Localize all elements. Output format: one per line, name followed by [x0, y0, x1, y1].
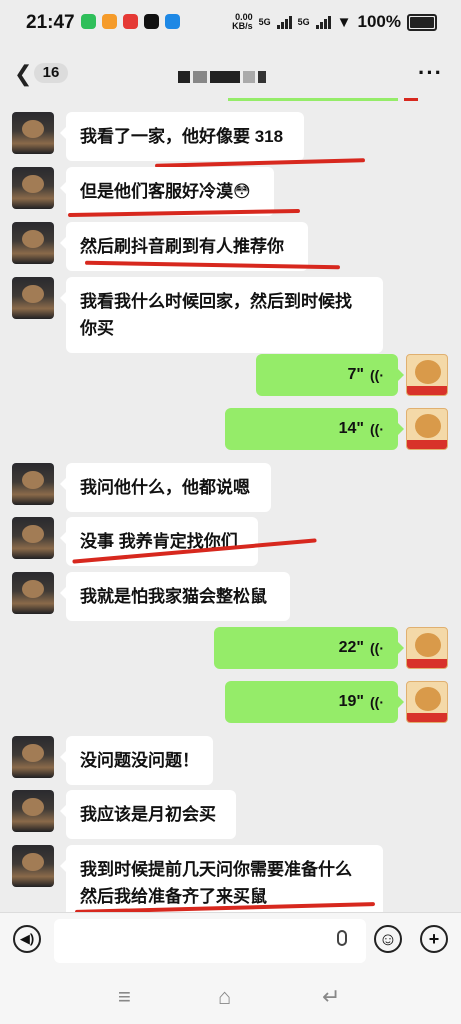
- voice-wave-icon: ((·: [370, 421, 384, 437]
- voice-message[interactable]: 22" ((·: [214, 627, 404, 669]
- back-arrow-icon[interactable]: ❮: [14, 61, 32, 87]
- signal-icon: [276, 15, 292, 29]
- previous-avatar-edge: [404, 98, 418, 101]
- voice-wave-icon: ((·: [370, 367, 384, 383]
- plus-icon[interactable]: +: [420, 925, 448, 953]
- message-list[interactable]: 我看了一家，他好像要 318 但是他们客服好冷漠😳 然后刷抖音刷到有人推荐你 我…: [0, 98, 461, 912]
- message-bubble[interactable]: 我看了一家，他好像要 318: [60, 112, 304, 161]
- network-speed: 0.00 KB/s: [232, 12, 253, 31]
- battery-level: 100%: [357, 12, 401, 31]
- avatar[interactable]: [406, 627, 448, 669]
- avatar[interactable]: [12, 517, 54, 559]
- message-bubble[interactable]: 没问题没问题！: [60, 736, 213, 785]
- avatar[interactable]: [12, 845, 54, 887]
- avatar[interactable]: [12, 112, 54, 154]
- unread-count-badge[interactable]: 16: [34, 63, 68, 83]
- avatar[interactable]: [12, 790, 54, 832]
- message-bubble[interactable]: 我就是怕我家猫会整松鼠: [60, 572, 290, 621]
- message-bubble[interactable]: 我到时候提前几天问你需要准备什么 然后我给准备齐了来买鼠: [60, 845, 383, 912]
- avatar[interactable]: [12, 572, 54, 614]
- app-notification-icon: [123, 14, 138, 29]
- network-type-label: 5G: [297, 17, 310, 27]
- input-bar: ◀) ☺ +: [0, 912, 461, 967]
- app-notification-icon: [165, 14, 180, 29]
- message-input[interactable]: [54, 919, 366, 963]
- chat-header: ❮ 16 ···: [0, 46, 461, 98]
- emoji-icon[interactable]: ☺: [374, 925, 402, 953]
- voice-message[interactable]: 7" ((·: [256, 354, 404, 396]
- avatar[interactable]: [12, 277, 54, 319]
- status-bar: 21:47 0.00 KB/s 5G 5G ▼ 100%: [0, 0, 461, 46]
- network-type-label: 5G: [258, 17, 271, 27]
- system-navigation-bar: ≡ ⌂ ↵: [0, 966, 461, 1024]
- app-notification-icon: [144, 14, 159, 29]
- signal-icon: [315, 15, 331, 29]
- avatar[interactable]: [12, 463, 54, 505]
- app-notification-icon: [81, 14, 96, 29]
- avatar[interactable]: [12, 167, 54, 209]
- avatar[interactable]: [406, 681, 448, 723]
- previous-message-edge: [228, 98, 398, 101]
- voice-mode-icon[interactable]: ◀): [13, 925, 41, 953]
- contact-name-redacted: [178, 71, 283, 83]
- menu-icon[interactable]: ≡: [118, 984, 131, 1010]
- avatar[interactable]: [406, 354, 448, 396]
- mic-icon[interactable]: [337, 930, 347, 946]
- message-bubble[interactable]: 我应该是月初会买: [60, 790, 236, 839]
- voice-wave-icon: ((·: [370, 640, 384, 656]
- app-notification-icon: [102, 14, 117, 29]
- battery-icon: [407, 13, 437, 31]
- message-bubble[interactable]: 我问他什么，他都说嗯: [60, 463, 271, 512]
- notification-icons: [81, 14, 180, 29]
- wifi-icon: ▼: [336, 13, 352, 31]
- home-icon[interactable]: ⌂: [218, 984, 231, 1010]
- system-icons: 0.00 KB/s 5G 5G ▼ 100%: [232, 12, 437, 32]
- clock: 21:47: [26, 12, 75, 33]
- message-bubble[interactable]: 但是他们客服好冷漠😳: [60, 167, 274, 216]
- message-bubble[interactable]: 我看我什么时候回家，然后到时候找 你买: [60, 277, 383, 353]
- avatar[interactable]: [12, 736, 54, 778]
- voice-message[interactable]: 19" ((·: [225, 681, 404, 723]
- avatar[interactable]: [12, 222, 54, 264]
- more-options-icon[interactable]: ···: [418, 60, 443, 86]
- back-icon[interactable]: ↵: [322, 984, 340, 1010]
- voice-wave-icon: ((·: [370, 694, 384, 710]
- avatar[interactable]: [406, 408, 448, 450]
- voice-message[interactable]: 14" ((·: [225, 408, 404, 450]
